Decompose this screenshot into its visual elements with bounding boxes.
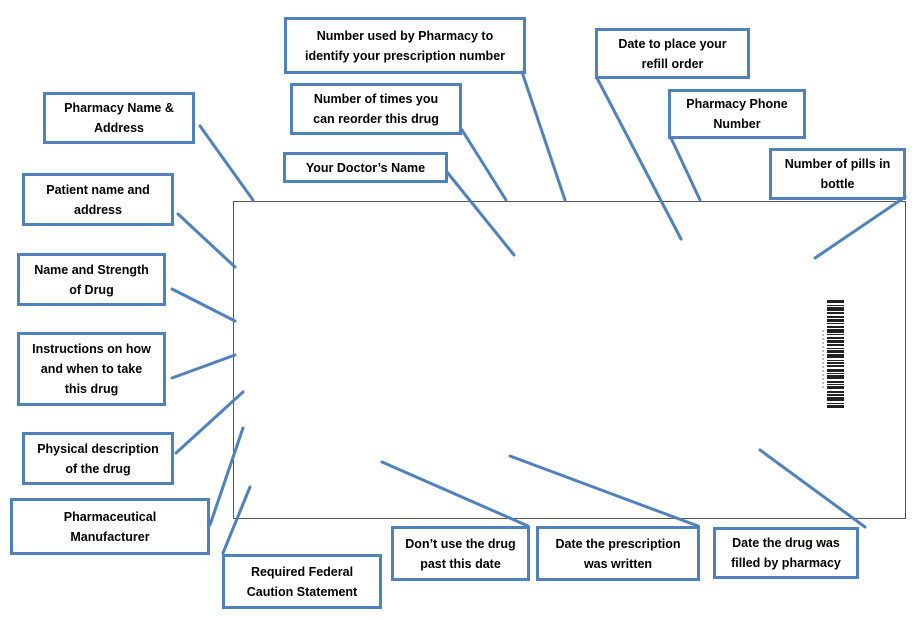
callout-text: Physical description — [37, 441, 159, 456]
callout-doctor: Your Doctor’s Name — [283, 152, 448, 183]
barcode-bar — [827, 334, 844, 335]
callout-pharmacy-name: Pharmacy Name & Address — [43, 92, 195, 144]
callout-patient: Patient name and address — [22, 173, 174, 226]
barcode-bar — [827, 312, 844, 314]
barcode-bar — [827, 319, 844, 322]
barcode-bar — [827, 391, 844, 393]
barcode-bar — [827, 375, 844, 379]
prescription-label — [233, 201, 906, 519]
callout-text: Address — [93, 121, 145, 135]
callout-text: Required Federal — [250, 564, 354, 579]
callout-text: Pharmaceutical — [63, 509, 157, 524]
callout-caution: Required Federal Caution Statement — [222, 554, 382, 609]
callout-drug-name: Name and Strength of Drug — [17, 253, 166, 306]
barcode-bar — [827, 384, 844, 385]
callout-manufacturer: Pharmaceutical Manufacturer — [10, 498, 210, 555]
connector-drug-name — [170, 287, 237, 323]
barcode-bar — [827, 348, 844, 349]
barcode-bar — [827, 323, 844, 324]
callout-text: identify your prescription number — [304, 48, 506, 63]
callout-text: Instructions on how — [32, 342, 151, 356]
connector-rx-number — [520, 70, 567, 202]
barcode-bar — [827, 340, 844, 343]
callout-pharmacy-phone: Pharmacy Phone Number — [668, 89, 806, 139]
callout-refills: Number of times you can reorder this drug — [290, 83, 462, 135]
barcode-bar — [827, 354, 844, 358]
callout-discard: Don’t use the drug past this date — [391, 526, 530, 581]
callout-text: refill order — [641, 56, 704, 71]
callout-written: Date the prescription was written — [536, 526, 700, 581]
callout-text: Number of times you — [313, 92, 439, 106]
barcode-bar — [827, 360, 844, 361]
callout-text: Number — [713, 117, 761, 131]
barcode-bar — [827, 403, 844, 404]
callout-instructions: Instructions on how and when to take this … — [17, 332, 166, 406]
barcode-bar — [827, 394, 844, 396]
callout-text: Caution Statement — [246, 584, 358, 599]
callout-rx-number: Number used by Pharmacy to identify your … — [284, 17, 526, 74]
connector-pharmacy-phone — [669, 136, 702, 202]
callout-text: and when to take — [40, 362, 143, 376]
barcode-bar — [827, 405, 844, 408]
barcode-bar — [827, 316, 844, 318]
barcode-bar — [827, 326, 844, 328]
callout-text: can reorder this drug — [313, 112, 439, 126]
barcode-bar — [827, 350, 844, 353]
callout-text: Date the drug was — [732, 536, 840, 550]
callout-physical: Physical description of the drug — [22, 432, 174, 485]
connector-patient — [176, 212, 237, 269]
barcode-microtext — [822, 330, 824, 390]
barcode-bar — [827, 344, 844, 346]
connector-refills — [460, 128, 508, 202]
callout-text: Date the prescription — [555, 536, 681, 551]
callout-text: Your Doctor’s Name — [305, 160, 426, 175]
barcode-icon — [822, 292, 844, 422]
callout-text: filled by pharmacy — [731, 556, 841, 570]
callout-text: of the drug — [65, 461, 131, 476]
callout-text: Manufacturer — [70, 529, 150, 544]
callout-text: address — [74, 202, 122, 217]
callout-pill-count: Number of pills in bottle — [769, 148, 906, 200]
callout-text: Number used by Pharmacy to — [316, 28, 494, 43]
barcode-bar — [827, 397, 844, 401]
callout-text: Pharmacy Phone — [686, 97, 788, 111]
callout-text: of Drug — [69, 282, 114, 297]
barcode-bar — [827, 381, 844, 383]
barcode-bar — [827, 365, 844, 367]
barcode-bar — [827, 362, 844, 364]
barcode-bar — [827, 369, 844, 372]
callout-filled: Date the drug was filled by pharmacy — [713, 527, 859, 579]
barcode-bar — [827, 329, 844, 333]
callout-text: past this date — [420, 556, 501, 571]
callout-text: Name and Strength — [34, 262, 149, 277]
callout-text: Don’t use the drug — [405, 536, 516, 551]
callout-text: bottle — [820, 177, 855, 191]
connector-instructions — [170, 353, 237, 380]
connector-pharmacy-name — [198, 124, 255, 202]
callout-text: Pharmacy Name & — [64, 101, 174, 115]
callout-refill-date: Date to place your refill order — [595, 28, 750, 79]
callout-text: Patient name and — [46, 182, 150, 197]
callout-text: Number of pills in — [784, 157, 891, 171]
callout-text: was written — [583, 556, 653, 571]
barcode-bar — [827, 305, 844, 306]
barcode-bar — [827, 337, 844, 339]
barcode-bar — [827, 373, 844, 374]
barcode-bar — [827, 300, 844, 303]
barcode-bar — [827, 386, 844, 389]
barcode-bar — [827, 307, 844, 311]
callout-text: this drug — [64, 382, 119, 396]
callout-text: Date to place your — [618, 36, 727, 51]
